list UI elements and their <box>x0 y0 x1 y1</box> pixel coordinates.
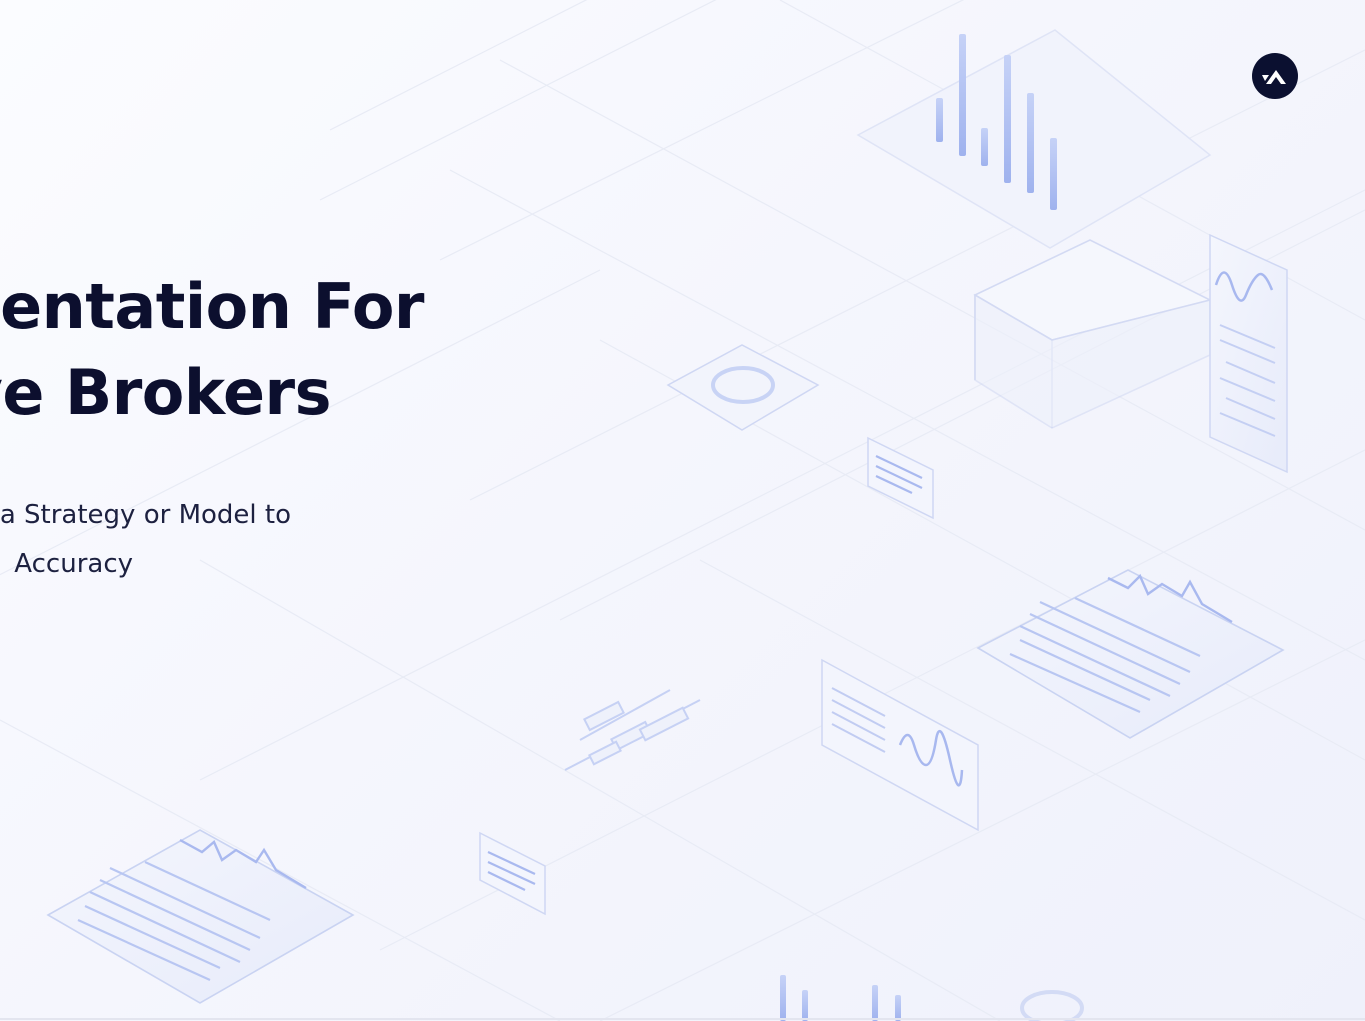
chat-bubble-mid <box>867 436 934 520</box>
logo-mark <box>1262 70 1286 84</box>
bar-chart-platform <box>856 29 1212 249</box>
bottom-divider <box>0 1018 1365 1020</box>
chat-bubble-lower <box>479 831 546 916</box>
document-panel-right <box>1209 233 1288 474</box>
slide-subtitle: a Strategy or Model to Accuracy <box>0 494 600 594</box>
subtitle-line-1: a Strategy or Model to <box>0 500 291 530</box>
document-card-left <box>46 829 355 1004</box>
document-card-right <box>976 569 1285 739</box>
title-line-1: sentation For <box>0 270 425 343</box>
bottom-bar-chart <box>780 975 901 1021</box>
subtitle-line-2: Accuracy <box>14 549 133 579</box>
title-line-2: ve Brokers <box>0 356 331 429</box>
candlestick-chart <box>564 689 701 771</box>
presentation-slide: sentation For ve Brokers a Strategy or M… <box>0 0 1365 1021</box>
isometric-cube <box>973 239 1213 429</box>
ring-bottom <box>1020 990 1084 1021</box>
slide-title: sentation For ve Brokers <box>0 268 700 468</box>
mountain-logo-icon <box>1252 53 1298 99</box>
